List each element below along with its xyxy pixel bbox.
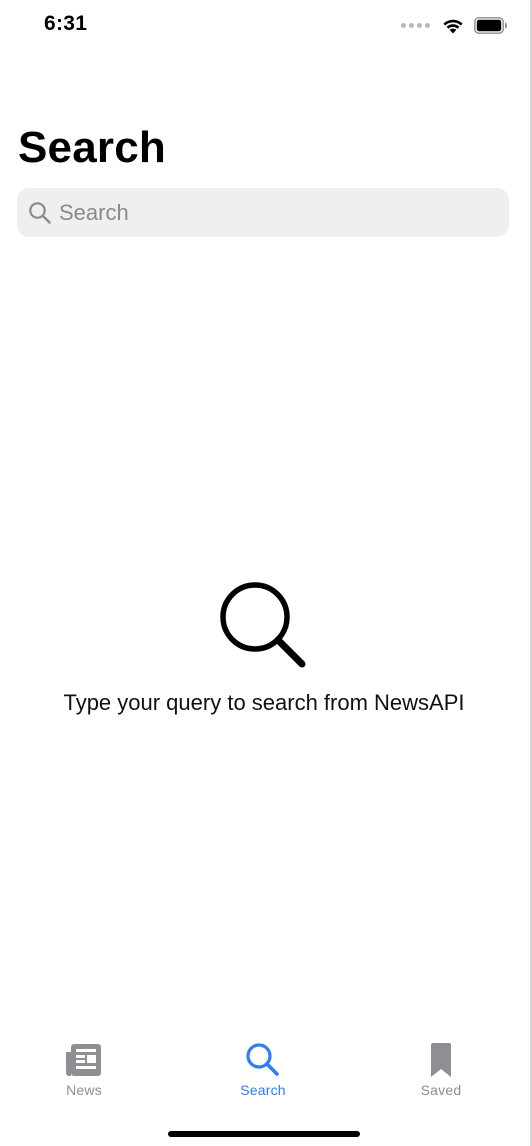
- signal-dots-icon: [401, 22, 430, 28]
- tab-search[interactable]: Search: [203, 1042, 323, 1104]
- tab-bar: News Search Saved: [0, 1028, 530, 1146]
- tab-search-label: Search: [240, 1082, 286, 1098]
- magnifying-glass-icon: [246, 1043, 279, 1076]
- magnifying-glass-icon: [220, 582, 306, 668]
- tab-news-label: News: [66, 1082, 102, 1098]
- wifi-icon: [443, 19, 463, 33]
- newspaper-icon: [66, 1044, 101, 1076]
- search-input[interactable]: [59, 188, 499, 237]
- tab-news[interactable]: News: [24, 1042, 144, 1104]
- search-icon: [29, 202, 51, 224]
- tab-saved[interactable]: Saved: [381, 1042, 501, 1104]
- empty-state: Type your query to search from NewsAPI: [0, 580, 528, 715]
- search-field[interactable]: [17, 188, 509, 237]
- status-icons: [401, 14, 508, 36]
- status-bar: 6:31: [0, 0, 532, 50]
- page-title: Search: [18, 123, 166, 172]
- status-time: 6:31: [44, 12, 88, 35]
- battery-icon: [474, 16, 507, 34]
- tab-saved-label: Saved: [420, 1082, 462, 1098]
- home-indicator[interactable]: [168, 1131, 360, 1137]
- bookmark-icon: [431, 1043, 451, 1077]
- empty-state-message: Type your query to search from NewsAPI: [63, 690, 465, 715]
